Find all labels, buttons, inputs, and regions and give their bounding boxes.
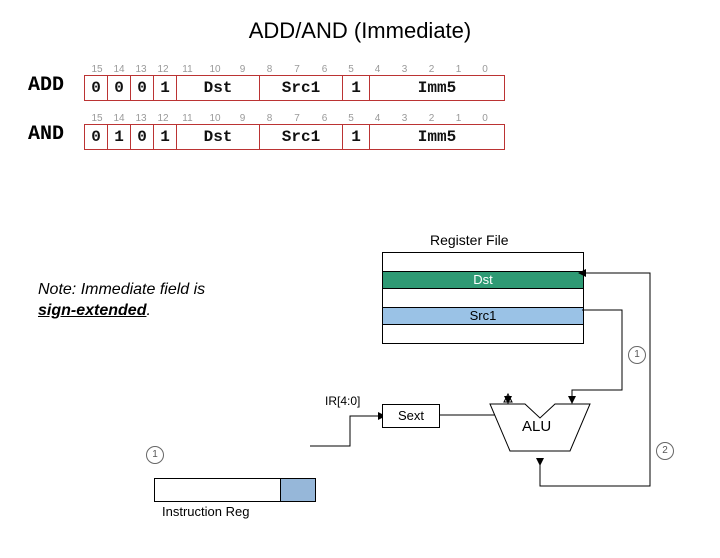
datapath-diagram: Register File Dst Src1 ALU Sext IR[4:0] …: [310, 246, 710, 546]
step-marker-1: 1: [146, 446, 164, 464]
opcode-bit: 0: [131, 76, 154, 100]
regfile-dst-row: Dst: [383, 272, 583, 289]
imm5-field: Imm5: [370, 125, 504, 149]
bit-numbers: 15141312 11109 876 5 43210: [84, 113, 505, 124]
dst-field: Dst: [177, 125, 260, 149]
encoding-row-and: AND 15141312 11109 876 5 43210 0 1 0 1 D…: [28, 113, 720, 150]
opcode-bit: 1: [108, 125, 131, 149]
opcode-bit: 1: [154, 125, 177, 149]
instruction-register: [154, 478, 316, 502]
opcode-bit: 1: [154, 76, 177, 100]
mode-bit: 1: [343, 76, 370, 100]
regfile-src1-row: Src1: [383, 308, 583, 325]
ir-caption: Instruction Reg: [162, 504, 249, 519]
slide-title: ADD/AND (Immediate): [0, 18, 720, 44]
ir-imm5-field: [280, 479, 315, 501]
note-emphasis: sign-extended: [38, 302, 146, 319]
step-marker-2: 2: [656, 442, 674, 460]
opcode-bit: 0: [85, 125, 108, 149]
opcode-bit: 0: [108, 76, 131, 100]
register-file: Dst Src1: [382, 252, 584, 344]
encoding-fields: 0 0 0 1 Dst Src1 1 Imm5: [84, 75, 505, 101]
alu-label: ALU: [522, 418, 551, 435]
opcode-bit: 0: [85, 76, 108, 100]
src1-field: Src1: [260, 76, 343, 100]
mnemonic: ADD: [28, 74, 84, 101]
mnemonic: AND: [28, 123, 84, 150]
ir-bits-label: IR[4:0]: [325, 394, 360, 408]
imm5-field: Imm5: [370, 76, 504, 100]
mode-bit: 1: [343, 125, 370, 149]
instruction-encodings: ADD 15141312 11109 876 5 43210 0 0 0 1 D…: [28, 64, 720, 150]
step-marker-1: 1: [628, 346, 646, 364]
sext-box: Sext: [382, 404, 440, 428]
encoding-fields: 0 1 0 1 Dst Src1 1 Imm5: [84, 124, 505, 150]
dst-field: Dst: [177, 76, 260, 100]
src1-field: Src1: [260, 125, 343, 149]
opcode-bit: 0: [131, 125, 154, 149]
regfile-label: Register File: [430, 232, 509, 248]
encoding-row-add: ADD 15141312 11109 876 5 43210 0 0 0 1 D…: [28, 64, 720, 101]
bit-numbers: 15141312 11109 876 5 43210: [84, 64, 505, 75]
note-text: Note: Immediate field is sign-extended.: [38, 280, 205, 322]
